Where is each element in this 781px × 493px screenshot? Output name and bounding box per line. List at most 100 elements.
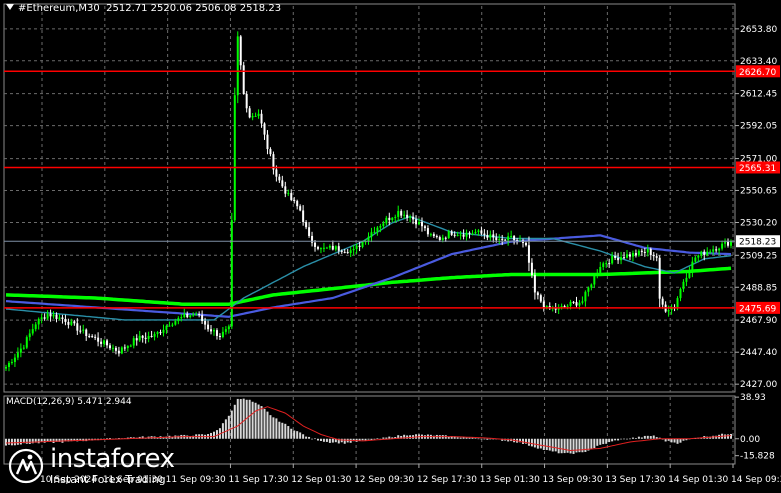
candle-body (575, 302, 578, 306)
macd-bar (319, 438, 322, 441)
candle-body (730, 241, 732, 246)
candle-body (584, 291, 587, 302)
candle-body (513, 236, 516, 241)
x-tick-label: 13 Sep 17:30 (605, 475, 665, 485)
macd-bar (212, 431, 215, 439)
chart-header: #Ethereum,M30 2512.71 2520.06 2506.08 25… (6, 3, 281, 14)
candle-body (70, 321, 73, 325)
candle-body (527, 245, 530, 263)
dropdown-triangle-icon[interactable] (6, 4, 14, 10)
macd-bar (640, 437, 643, 439)
macd-bar (569, 438, 572, 454)
candle-body (495, 237, 498, 241)
candle-body (195, 314, 198, 316)
candle-body (489, 234, 492, 238)
macd-bar (311, 438, 314, 440)
candle-body (637, 250, 640, 256)
macd-bar (626, 438, 629, 440)
candle-body (718, 248, 721, 251)
macd-bar (545, 438, 548, 451)
candle-body (19, 348, 22, 353)
chart-window[interactable]: 2653.80 2633.40 2612.45 2592.05 2571.00 2550.… (0, 0, 781, 489)
candle-body (712, 249, 715, 252)
macd-bar (278, 421, 281, 439)
candle-body (649, 248, 652, 256)
macd-bar (539, 438, 542, 449)
macd-bar (16, 438, 19, 445)
macd-bar (242, 398, 245, 439)
candle-body (16, 352, 19, 358)
instaforex-logo: instaforex Instant Forex Trading (8, 446, 175, 486)
candle-body (628, 254, 631, 257)
candle-body (281, 180, 284, 187)
macd-bar (272, 417, 275, 439)
candle-body (429, 234, 432, 236)
candle-body (507, 236, 510, 241)
macd-tick-label: 38.93 (740, 393, 766, 403)
candle-body (215, 330, 218, 336)
candle-body (13, 357, 16, 363)
macd-bar (551, 438, 554, 452)
candle-body (727, 241, 730, 246)
macd-bar (623, 438, 626, 440)
candle-body (510, 236, 513, 238)
candle-body (394, 216, 397, 218)
macd-bar (43, 438, 46, 443)
macd-bar (557, 438, 560, 454)
candle-body (658, 257, 661, 299)
candle-body (135, 338, 138, 341)
candle-body (337, 246, 340, 251)
candle-body (174, 321, 177, 325)
candle-body (435, 236, 438, 238)
candle-body (126, 345, 129, 349)
candle-body (587, 287, 590, 292)
candle-body (450, 231, 453, 235)
macd-bar (19, 438, 22, 445)
candle-body (492, 234, 495, 238)
candle-body (129, 345, 132, 347)
level-price-label: 2475.69 (739, 304, 776, 314)
macd-bar (227, 415, 230, 439)
macd-bar (584, 438, 587, 452)
candle-body (141, 335, 144, 338)
candle-body (245, 93, 248, 109)
candle-body (432, 234, 435, 237)
candle-body (420, 221, 423, 227)
macd-bar (7, 438, 10, 445)
candle-body (34, 324, 37, 330)
candle-body (397, 211, 400, 217)
candle-body (61, 317, 64, 319)
candle-body (287, 193, 290, 195)
macd-bar (37, 438, 40, 444)
x-tick-label: 11 Sep 17:30 (228, 475, 288, 485)
x-tick-label: 11 Sep 09:30 (166, 475, 226, 485)
x-tick-label: 12 Sep 09:30 (354, 475, 414, 485)
macd-bar (628, 438, 631, 440)
candle-body (40, 317, 43, 319)
macd-bar (596, 438, 599, 446)
candle-body (328, 245, 331, 248)
candle-body (483, 233, 486, 236)
macd-bar (631, 437, 634, 439)
candle-body (165, 325, 168, 330)
macd-bar (290, 428, 293, 439)
candle-body (566, 305, 569, 307)
candle-body (652, 255, 655, 257)
price-chart-svg[interactable]: 2653.802633.402612.452592.052571.002550.… (0, 0, 781, 489)
macd-bar (254, 402, 257, 439)
macd-bar (649, 436, 652, 439)
macd-bar (483, 438, 486, 440)
candle-body (581, 301, 584, 303)
macd-bar (248, 399, 251, 439)
macd-bar (542, 438, 545, 450)
candle-body (186, 313, 189, 318)
macd-bar (325, 438, 328, 442)
macd-bar (367, 438, 370, 440)
candle-body (162, 329, 165, 333)
macd-bar (260, 406, 263, 439)
macd-bar (474, 438, 477, 439)
macd-bar (643, 435, 646, 439)
macd-bar (376, 438, 379, 439)
macd-bar (652, 435, 655, 439)
candle-body (620, 257, 623, 261)
